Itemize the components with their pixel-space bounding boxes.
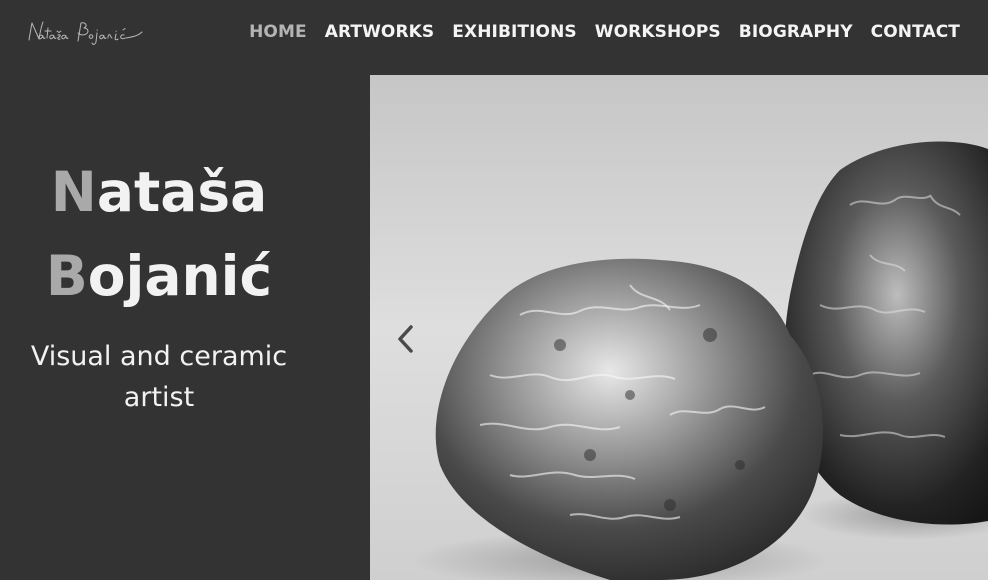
nav-contact[interactable]: CONTACT	[871, 22, 960, 42]
artist-first-name: Nataša	[0, 150, 318, 234]
nav-home[interactable]: HOME	[249, 22, 307, 42]
first-initial: N	[50, 160, 97, 224]
artist-tagline: Visual and ceramic artist	[30, 341, 288, 413]
artist-last-name: Bojanić	[0, 234, 318, 318]
signature-logo[interactable]	[26, 18, 144, 48]
last-initial: B	[45, 244, 88, 308]
last-name-rest: ojanić	[87, 244, 273, 308]
nav-exhibitions[interactable]: EXHIBITIONS	[452, 22, 577, 42]
sculpture-photo	[370, 75, 988, 580]
nav-biography[interactable]: BIOGRAPHY	[739, 22, 853, 42]
first-name-rest: ataša	[96, 160, 268, 224]
chevron-left-icon[interactable]	[392, 319, 420, 359]
main-nav: HOME ARTWORKS EXHIBITIONS WORKSHOPS BIOG…	[249, 22, 960, 42]
nav-artworks[interactable]: ARTWORKS	[325, 22, 435, 42]
hero-slideshow	[370, 75, 988, 580]
nav-workshops[interactable]: WORKSHOPS	[595, 22, 721, 42]
artist-name: Nataša Bojanić	[0, 150, 318, 318]
page: HOME ARTWORKS EXHIBITIONS WORKSHOPS BIOG…	[0, 0, 988, 580]
